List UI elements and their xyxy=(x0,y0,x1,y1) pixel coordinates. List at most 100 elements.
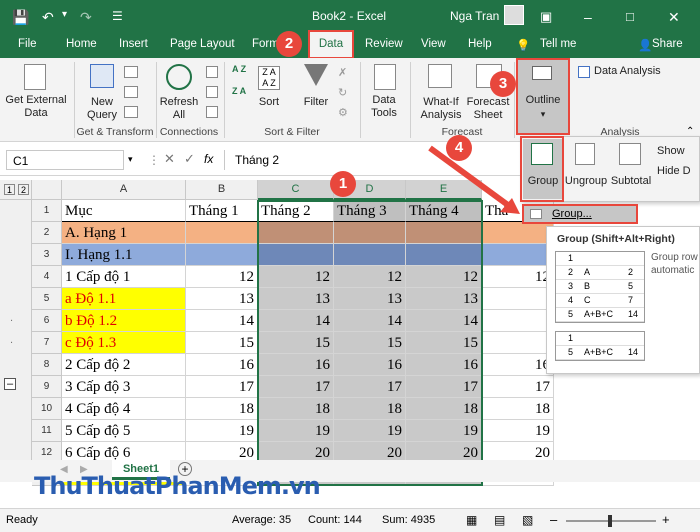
row-header[interactable]: 8 xyxy=(32,354,62,376)
cell-e7[interactable]: 15 xyxy=(406,332,482,354)
cell-c10[interactable]: 18 xyxy=(258,398,334,420)
select-all-corner[interactable] xyxy=(32,180,62,200)
outline-level-2[interactable]: 2 xyxy=(18,184,29,195)
cell-f4[interactable]: 12 xyxy=(482,266,554,288)
undo-dropdown-icon[interactable]: ▾ xyxy=(62,9,67,20)
outline-level-1[interactable]: 1 xyxy=(4,184,15,195)
cell-d10[interactable]: 18 xyxy=(334,398,406,420)
cell-f9[interactable]: 17 xyxy=(482,376,554,398)
cell-c5[interactable]: 13 xyxy=(258,288,334,310)
minimize-icon[interactable]: – xyxy=(584,9,592,25)
edit-links-icon[interactable] xyxy=(206,106,218,118)
cell-d5[interactable]: 13 xyxy=(334,288,406,310)
filter-button[interactable]: Filter xyxy=(298,96,334,109)
row-header[interactable]: 7 xyxy=(32,332,62,354)
tab-view[interactable]: View xyxy=(421,38,446,50)
tab-help[interactable]: Help xyxy=(468,38,492,50)
data-analysis-button[interactable]: Data Analysis xyxy=(594,65,661,78)
cell-f3[interactable] xyxy=(482,244,554,266)
tab-file[interactable]: File xyxy=(18,38,37,50)
row-header[interactable]: 10 xyxy=(32,398,62,420)
zoom-thumb[interactable] xyxy=(608,515,612,527)
show-detail-button[interactable]: Show xyxy=(657,145,685,158)
row-header[interactable]: 9 xyxy=(32,376,62,398)
column-header[interactable]: A xyxy=(62,180,186,200)
cell-c1[interactable]: Tháng 2 xyxy=(258,200,334,222)
close-icon[interactable]: ✕ xyxy=(668,9,680,26)
cell-a8[interactable]: 2 Cấp độ 2 xyxy=(62,354,186,376)
tell-me[interactable]: Tell me xyxy=(540,38,576,50)
cell-d7[interactable]: 15 xyxy=(334,332,406,354)
normal-view-icon[interactable]: ▦ xyxy=(466,513,477,527)
forecast-sheet-button[interactable]: Forecast Sheet xyxy=(466,96,510,122)
row-header[interactable]: 4 xyxy=(32,266,62,288)
cancel-icon[interactable]: ✕ xyxy=(164,151,175,167)
cell-a11[interactable]: 5 Cấp độ 5 xyxy=(62,420,186,442)
collapse-group-button[interactable]: – xyxy=(4,378,16,390)
cell-d4[interactable]: 12 xyxy=(334,266,406,288)
cell-f7[interactable] xyxy=(482,332,554,354)
cell-f6[interactable] xyxy=(482,310,554,332)
cell-e3[interactable] xyxy=(406,244,482,266)
group-menu-item[interactable]: Group... xyxy=(552,208,592,220)
cell-c6[interactable]: 14 xyxy=(258,310,334,332)
reapply-icon[interactable]: ↻ xyxy=(338,86,347,99)
clear-icon[interactable]: ✗ xyxy=(338,66,347,79)
show-queries-icon[interactable] xyxy=(124,66,138,78)
tab-page-layout[interactable]: Page Layout xyxy=(170,38,235,50)
name-box-dropdown-icon[interactable]: ▾ xyxy=(128,154,133,165)
restore-icon[interactable]: □ xyxy=(626,9,634,24)
cell-b2[interactable] xyxy=(186,222,258,244)
tab-review[interactable]: Review xyxy=(365,38,403,50)
cell-e9[interactable]: 17 xyxy=(406,376,482,398)
cell-b3[interactable] xyxy=(186,244,258,266)
cell-c9[interactable]: 17 xyxy=(258,376,334,398)
page-layout-view-icon[interactable]: ▤ xyxy=(494,513,505,527)
cell-b11[interactable]: 19 xyxy=(186,420,258,442)
avatar[interactable] xyxy=(504,5,524,25)
get-external-data-button[interactable]: Get External Data xyxy=(4,94,68,120)
subtotal-button[interactable]: Subtotal xyxy=(609,175,653,188)
ungroup-button[interactable]: Ungroup xyxy=(563,175,609,188)
cell-d6[interactable]: 14 xyxy=(334,310,406,332)
share-icon[interactable]: 👤 xyxy=(638,38,652,52)
row-header[interactable]: 5 xyxy=(32,288,62,310)
cell-b9[interactable]: 17 xyxy=(186,376,258,398)
cell-d8[interactable]: 16 xyxy=(334,354,406,376)
cell-b7[interactable]: 15 xyxy=(186,332,258,354)
cell-b4[interactable]: 12 xyxy=(186,266,258,288)
cell-b1[interactable]: Tháng 1 xyxy=(186,200,258,222)
cell-e2[interactable] xyxy=(406,222,482,244)
cell-b5[interactable]: 13 xyxy=(186,288,258,310)
cell-d2[interactable] xyxy=(334,222,406,244)
cell-b10[interactable]: 18 xyxy=(186,398,258,420)
zoom-in-icon[interactable]: + xyxy=(662,512,670,527)
cell-f8[interactable]: 16 xyxy=(482,354,554,376)
cell-a6[interactable]: b Độ 1.2 xyxy=(62,310,186,332)
cell-a10[interactable]: 4 Cấp độ 4 xyxy=(62,398,186,420)
new-query-button[interactable]: New Query xyxy=(82,96,122,122)
from-table-icon[interactable] xyxy=(124,86,138,98)
cell-e5[interactable]: 13 xyxy=(406,288,482,310)
cell-e4[interactable]: 12 xyxy=(406,266,482,288)
share-button[interactable]: Share xyxy=(652,38,683,50)
cell-f2[interactable] xyxy=(482,222,554,244)
sort-za-icon[interactable]: Z A xyxy=(232,87,250,102)
cell-a9[interactable]: 3 Cấp độ 3 xyxy=(62,376,186,398)
cell-c2[interactable] xyxy=(258,222,334,244)
page-break-view-icon[interactable]: ▧ xyxy=(522,513,533,527)
cell-d3[interactable] xyxy=(334,244,406,266)
row-header[interactable]: 2 xyxy=(32,222,62,244)
cell-e6[interactable]: 14 xyxy=(406,310,482,332)
undo-icon[interactable]: ↶ xyxy=(42,9,54,26)
connections-icon[interactable] xyxy=(206,66,218,78)
column-header[interactable]: B xyxy=(186,180,258,200)
cell-f10[interactable]: 18 xyxy=(482,398,554,420)
tab-formulas[interactable]: Form xyxy=(252,38,279,50)
cell-b8[interactable]: 16 xyxy=(186,354,258,376)
user-name[interactable]: Nga Tran xyxy=(450,9,499,23)
name-box[interactable]: C1 xyxy=(6,150,124,170)
cell-d11[interactable]: 19 xyxy=(334,420,406,442)
sort-button[interactable]: Sort xyxy=(254,96,284,109)
cell-f5[interactable] xyxy=(482,288,554,310)
